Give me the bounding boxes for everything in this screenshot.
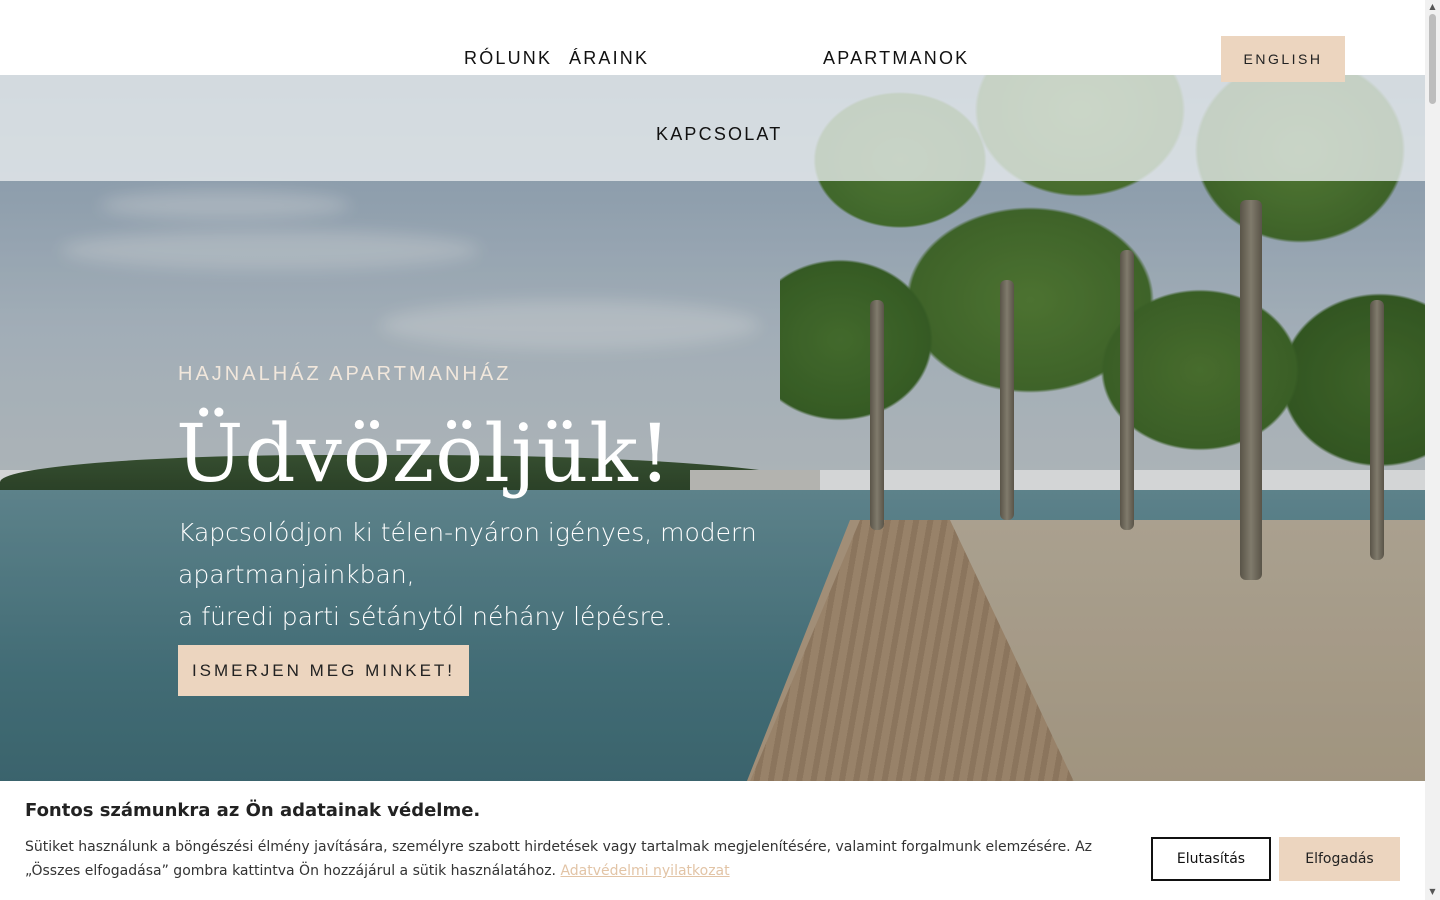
scroll-down-icon[interactable]: ▼ xyxy=(1428,887,1437,896)
cookie-text: Sütiket használunk a böngészési élmény j… xyxy=(25,835,1140,883)
hero-title: Üdvözöljük! xyxy=(176,407,672,500)
nav-link-araink[interactable]: ÁRAINK xyxy=(569,48,649,69)
privacy-policy-link[interactable]: Adatvédelmi nyilatkozat xyxy=(560,863,729,879)
cookie-title: Fontos számunkra az Ön adatainak védelme… xyxy=(25,800,481,821)
nav-link-apartmanok[interactable]: APARTMANOK xyxy=(823,48,969,69)
cookie-description: Sütiket használunk a böngészési élmény j… xyxy=(25,839,1093,879)
reject-cookies-button[interactable]: Elutasítás xyxy=(1151,837,1271,881)
header-bar xyxy=(0,0,1425,75)
scrollbar-thumb[interactable] xyxy=(1429,14,1436,104)
scroll-up-icon[interactable]: ▲ xyxy=(1428,2,1437,11)
nav-link-rolunk[interactable]: RÓLUNK xyxy=(464,48,552,69)
cookie-banner: Fontos számunkra az Ön adatainak védelme… xyxy=(0,781,1425,900)
hero-subtitle: Kapcsolódjon ki télen-nyáron igényes, mo… xyxy=(178,512,978,638)
hero-kicker: HAJNALHÁZ APARTMANHÁZ xyxy=(178,363,512,385)
language-button[interactable]: ENGLISH xyxy=(1221,36,1345,82)
hero-subtitle-line2: a füredi parti sétánytól néhány lépésre. xyxy=(178,602,673,631)
cta-button[interactable]: ISMERJEN MEG MINKET! xyxy=(178,645,469,696)
hero-subtitle-line1: Kapcsolódjon ki télen-nyáron igényes, mo… xyxy=(178,518,757,589)
scrollbar[interactable] xyxy=(1425,0,1440,900)
nav-link-kapcsolat[interactable]: KAPCSOLAT xyxy=(656,124,783,145)
accept-cookies-button[interactable]: Elfogadás xyxy=(1279,837,1400,881)
